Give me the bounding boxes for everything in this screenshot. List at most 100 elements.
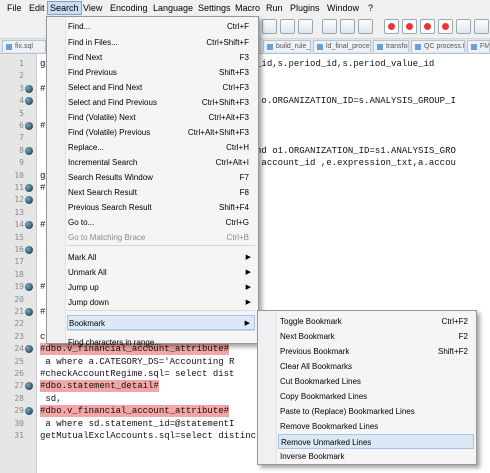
bookmark-icon[interactable] — [25, 84, 33, 93]
code-text: # — [40, 282, 46, 293]
line-number: 8 — [19, 145, 24, 155]
menu-item-unmark-all[interactable]: Unmark All ▶ — [67, 265, 255, 280]
menu-item-replace[interactable]: Replace... Ctrl+H — [67, 140, 255, 155]
file-tab[interactable]: transformed_proc.sql — [373, 40, 409, 52]
code-text: a where sd.statement_id=@statementI — [40, 418, 235, 429]
menu-item-next-search-result[interactable]: Next Search Result F8 — [67, 185, 255, 200]
menu-help[interactable]: ? — [366, 2, 375, 14]
submenu-item-previous-bookmark[interactable]: Previous Bookmark Shift+F2 — [278, 344, 474, 359]
line-number: 28 — [14, 393, 24, 403]
menu-item-select-and-find-next[interactable]: Select and Find Next Ctrl+F3 — [67, 80, 255, 95]
menu-item-select-and-find-previous[interactable]: Select and Find Previous Ctrl+Shift+F3 — [67, 95, 255, 110]
menu-item-previous-search-result[interactable]: Previous Search Result Shift+F4 — [67, 200, 255, 215]
toolbar-button[interactable] — [298, 19, 313, 34]
bookmark-icon[interactable] — [25, 382, 33, 391]
submenu-item-toggle-bookmark[interactable]: Toggle Bookmark Ctrl+F2 — [278, 314, 474, 329]
menu-item-go-to[interactable]: Go to... Ctrl+G — [67, 215, 255, 230]
toolbar-button[interactable] — [474, 19, 489, 34]
toolbar-button[interactable] — [438, 19, 453, 34]
menu-search[interactable]: Search — [47, 1, 82, 15]
menu-settings[interactable]: Settings — [196, 2, 233, 14]
menu-edit[interactable]: Edit — [27, 2, 47, 14]
bookmark-icon[interactable] — [25, 221, 33, 230]
file-tab[interactable]: ld_final_processor.sql — [313, 40, 371, 52]
menu-item-shortcut: Ctrl+F3 — [222, 83, 249, 92]
file-tab[interactable]: fix.sql — [2, 40, 46, 52]
menu-encoding[interactable]: Encoding — [108, 2, 150, 14]
menu-item-find-in-files[interactable]: Find in Files... Ctrl+Shift+F — [67, 35, 255, 50]
line-number: 25 — [14, 356, 24, 366]
search-menu: Find... Ctrl+F Find in Files... Ctrl+Shift+… — [46, 16, 259, 347]
menu-item-label: Next Search Result — [68, 188, 137, 197]
submenu-arrow-icon: ▶ — [245, 284, 251, 291]
submenu-item-cut-bookmarked-lines[interactable]: Cut Bookmarked Lines — [278, 374, 474, 389]
toolbar-button[interactable] — [322, 19, 337, 34]
toolbar-button[interactable] — [384, 19, 399, 34]
menu-item-shortcut: Shift+F4 — [218, 203, 249, 212]
toolbar-button[interactable] — [420, 19, 435, 34]
bookmark-icon[interactable] — [25, 283, 33, 292]
bookmark-submenu: Toggle Bookmark Ctrl+F2 Next Bookmark F2 Pre… — [257, 310, 477, 465]
menu-item-shortcut: F3 — [239, 53, 249, 62]
menu-language[interactable]: Language — [151, 2, 195, 14]
bookmark-icon[interactable] — [25, 97, 33, 106]
toolbar-button[interactable] — [262, 19, 277, 34]
submenu-item-copy-bookmarked-lines[interactable]: Copy Bookmarked Lines — [278, 389, 474, 404]
toolbar-button[interactable] — [402, 19, 417, 34]
file-tab[interactable]: QC process.txt — [411, 40, 465, 52]
menu-item-shortcut: Ctrl+Alt+I — [215, 158, 249, 167]
menu-separator — [67, 245, 255, 246]
menu-item-label: Previous Search Result — [68, 203, 152, 212]
file-tab[interactable]: FM2016042Hierarchy... — [467, 40, 490, 52]
bookmark-icon[interactable] — [25, 407, 33, 416]
toolbar-button[interactable] — [280, 19, 295, 34]
bookmark-icon[interactable] — [25, 184, 33, 192]
line-number: 15 — [14, 232, 24, 242]
submenu-item-clear-all-bookmarks[interactable]: Clear All Bookmarks — [278, 359, 474, 374]
menu-plugins[interactable]: Plugins — [288, 2, 322, 14]
menu-item-jump-down[interactable]: Jump down ▶ — [67, 295, 255, 310]
menu-item-bookmark[interactable]: Bookmark ▶ — [67, 315, 255, 330]
menu-item-find-characters-in-range[interactable]: Find characters in range... — [67, 335, 255, 350]
menu-item-label: Select and Find Previous — [68, 98, 157, 107]
bookmark-icon[interactable] — [25, 345, 33, 354]
submenu-item-label: Cut Bookmarked Lines — [280, 377, 361, 386]
file-tab[interactable]: build_rule_seed... — [263, 40, 311, 52]
menu-file[interactable]: File — [5, 2, 24, 14]
menu-item-label: Replace... — [68, 143, 105, 152]
menu-item-find-previous[interactable]: Find Previous Shift+F3 — [67, 65, 255, 80]
menu-item-find-volatile-next[interactable]: Find (Volatile) Next Ctrl+Alt+F3 — [67, 110, 255, 125]
toolbar-button[interactable] — [340, 19, 355, 34]
menu-item-incremental-search[interactable]: Incremental Search Ctrl+Alt+I — [67, 155, 255, 170]
bookmark-icon[interactable] — [25, 196, 33, 205]
toolbar-button[interactable] — [456, 19, 471, 34]
menu-run[interactable]: Run — [264, 2, 285, 14]
code-text: sd, — [40, 393, 62, 404]
bookmark-icon[interactable] — [25, 246, 33, 254]
toolbar-button[interactable] — [358, 19, 373, 34]
bookmark-icon[interactable] — [25, 308, 33, 316]
line-number: 26 — [14, 369, 24, 378]
menu-item-search-results-window[interactable]: Search Results Window F7 — [67, 170, 255, 185]
line-number: 2 — [19, 71, 24, 81]
menu-item-go-to-matching-brace[interactable]: Go to Matching Brace Ctrl+B — [67, 230, 255, 245]
submenu-item-next-bookmark[interactable]: Next Bookmark F2 — [278, 329, 474, 344]
bookmark-icon[interactable] — [25, 146, 33, 155]
menu-item-find[interactable]: Find... Ctrl+F — [67, 19, 255, 34]
menu-item-mark-all[interactable]: Mark All ▶ — [67, 250, 255, 265]
submenu-item-label: Previous Bookmark — [280, 347, 350, 356]
menu-macro[interactable]: Macro — [233, 2, 262, 14]
submenu-item-paste-to-replace-bookmarked-lines[interactable]: Paste to (Replace) Bookmarked Lines — [278, 404, 474, 419]
menu-item-find-next[interactable]: Find Next F3 — [67, 50, 255, 65]
menu-view[interactable]: View — [81, 2, 104, 14]
submenu-item-remove-unmarked-lines[interactable]: Remove Unmarked Lines — [278, 434, 474, 449]
submenu-item-remove-bookmarked-lines[interactable]: Remove Bookmarked Lines — [278, 419, 474, 434]
menu-item-jump-up[interactable]: Jump up ▶ — [67, 280, 255, 295]
menu-window[interactable]: Window — [325, 2, 361, 14]
submenu-arrow-icon: ▶ — [245, 299, 251, 306]
menu-item-label: Find... — [68, 22, 91, 31]
bookmark-icon[interactable] — [25, 122, 33, 130]
menu-separator — [67, 310, 255, 311]
submenu-item-inverse-bookmark[interactable]: Inverse Bookmark — [278, 449, 474, 464]
menu-item-find-volatile-previous[interactable]: Find (Volatile) Previous Ctrl+Alt+Shift+F… — [67, 125, 255, 140]
